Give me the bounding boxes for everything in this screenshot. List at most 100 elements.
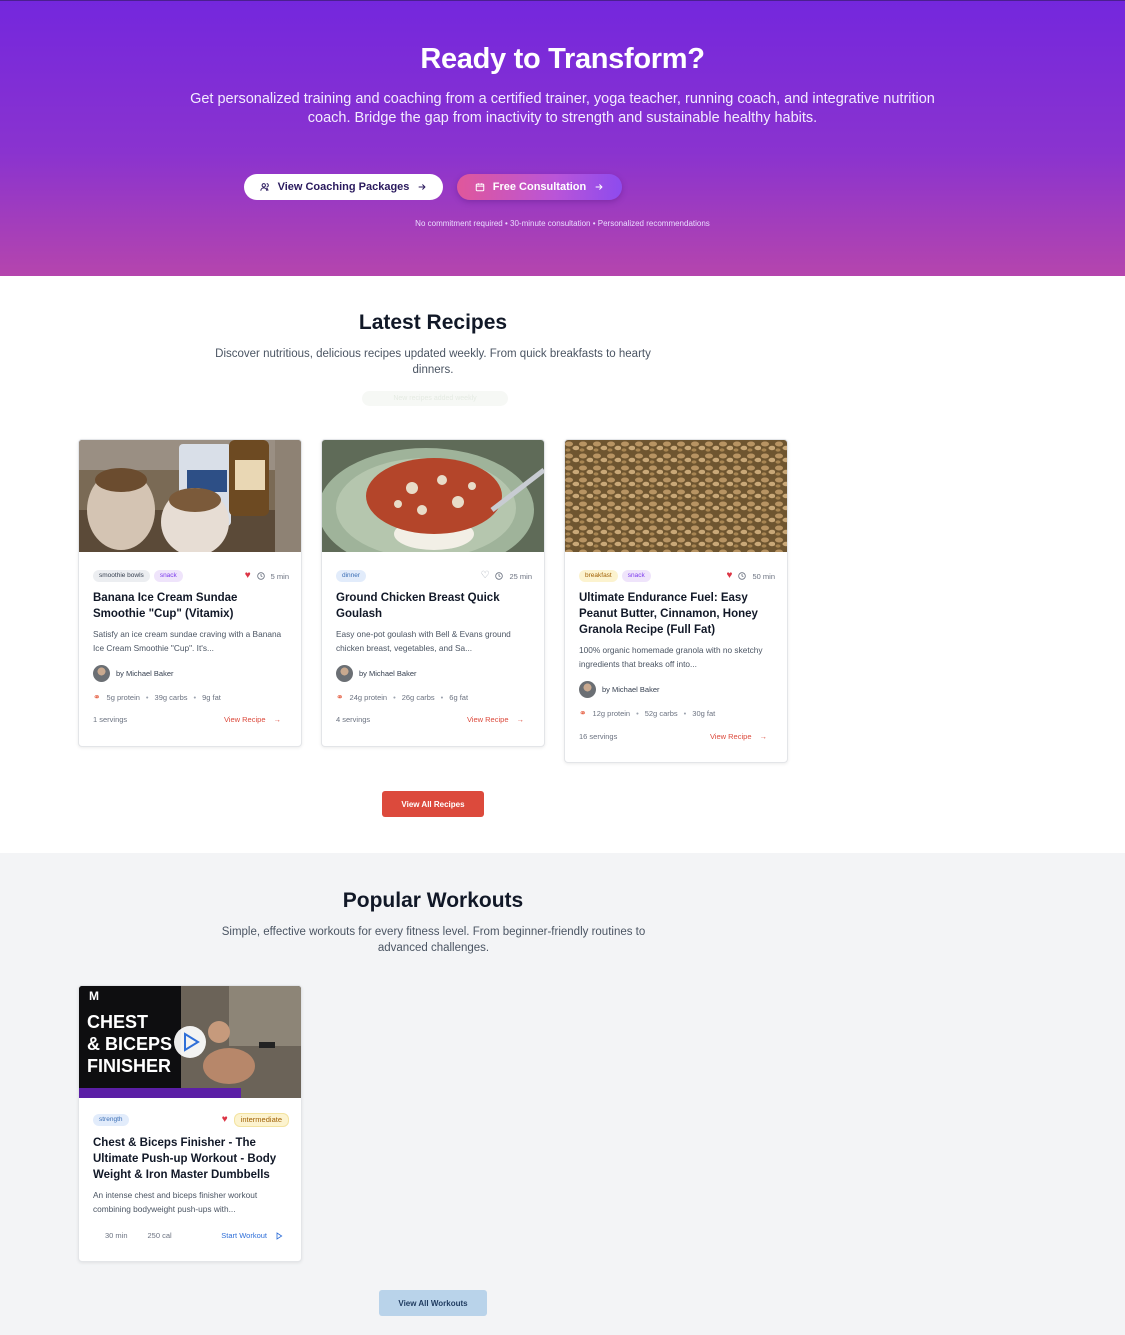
- arrow-right-icon: →: [273, 715, 282, 724]
- recipe-protein: 5g protein: [106, 693, 140, 702]
- start-workout-label: Start Workout: [221, 1231, 267, 1240]
- clock-icon: [495, 572, 504, 580]
- recipe-image[interactable]: [322, 440, 544, 552]
- separator-dot: •: [636, 709, 639, 718]
- recipe-author-name: by Michael Baker: [602, 685, 660, 694]
- workout-title[interactable]: Chest & Biceps Finisher - The Ultimate P…: [93, 1135, 291, 1183]
- recipe-author: by Michael Baker: [336, 665, 417, 682]
- separator-dot: •: [145, 693, 149, 702]
- arrow-right-icon: [417, 182, 427, 192]
- view-all-recipes-button[interactable]: View All Recipes: [382, 791, 484, 817]
- workout-calories: 250 cal: [147, 1231, 172, 1240]
- recipe-author-name: by Michael Baker: [359, 669, 417, 678]
- recipe-meta-row: smoothie bowls snack ♥ 5 min: [93, 570, 289, 582]
- recipe-macros: ⚭ 5g protein • 39g carbs • 9g fat: [93, 692, 221, 703]
- workout-card[interactable]: M CHEST & BICEPS FINISHER strength ♥ int…: [78, 985, 302, 1262]
- recipe-card[interactable]: breakfast snack ♥ 50 min Ultimate Endura…: [564, 439, 788, 763]
- view-recipe-label: View Recipe: [223, 715, 266, 724]
- recipe-footer: 1 servings View Recipe →: [93, 715, 281, 724]
- recipe-meta-row: breakfast snack ♥ 50 min: [579, 570, 775, 582]
- heart-icon[interactable]: ♥: [245, 571, 251, 581]
- hero-section: Ready to Transform? Get personalized tra…: [0, 0, 1125, 276]
- free-consultation-button[interactable]: Free Consultation: [457, 174, 622, 200]
- separator-dot: •: [440, 693, 444, 702]
- view-coaching-packages-label: View Coaching Packages: [277, 181, 410, 193]
- workout-meta-row: strength ♥ intermediate: [93, 1113, 289, 1127]
- users-icon: [259, 182, 270, 192]
- new-recipes-badge: New recipes added weekly: [362, 391, 508, 406]
- recipe-image[interactable]: [79, 440, 301, 552]
- arrow-right-icon: [594, 182, 604, 192]
- start-workout-link[interactable]: Start Workout: [221, 1231, 283, 1240]
- recipe-fat: 6g fat: [449, 693, 469, 702]
- workout-thumbnail[interactable]: M CHEST & BICEPS FINISHER: [79, 986, 301, 1098]
- recipe-carbs: 39g carbs: [154, 693, 188, 702]
- heart-icon[interactable]: ♥: [222, 1115, 228, 1125]
- recipe-tag[interactable]: smoothie bowls: [93, 570, 150, 582]
- recipe-servings: 4 servings: [336, 715, 371, 724]
- heart-outline-icon[interactable]: ♡: [481, 571, 490, 581]
- workout-duration: 30 min: [105, 1231, 128, 1240]
- view-all-workouts-button[interactable]: View All Workouts: [379, 1290, 487, 1316]
- recipe-tag[interactable]: snack: [153, 570, 183, 582]
- avatar: [336, 665, 353, 682]
- recipe-tag[interactable]: dinner: [336, 570, 367, 582]
- recipe-servings: 16 servings: [579, 732, 618, 741]
- workout-stats: 30 min 250 cal Start Workout: [93, 1231, 283, 1240]
- macro-icon: ⚭: [93, 692, 101, 702]
- recipes-section-subtitle: Discover nutritious, delicious recipes u…: [215, 348, 651, 376]
- recipe-servings: 1 servings: [93, 715, 128, 724]
- play-icon[interactable]: [174, 1026, 206, 1058]
- recipe-description: Easy one-pot goulash with Bell & Evans g…: [336, 629, 511, 653]
- workouts-section-title: Popular Workouts: [342, 889, 524, 912]
- view-recipe-label: View Recipe: [709, 732, 752, 741]
- view-recipe-link[interactable]: View Recipe →: [467, 715, 524, 724]
- recipe-description: 100% organic homemade granola with no sk…: [579, 645, 763, 669]
- recipe-image[interactable]: [565, 440, 787, 552]
- recipe-card[interactable]: dinner ♡ 25 min Ground Chicken Breast Qu…: [321, 439, 545, 747]
- view-recipe-link[interactable]: View Recipe →: [224, 715, 281, 724]
- clock-icon: [738, 572, 747, 580]
- recipes-section-title: Latest Recipes: [358, 311, 508, 334]
- workouts-section-subtitle: Simple, effective workouts for every fit…: [221, 926, 646, 954]
- recipe-protein: 12g protein: [592, 709, 631, 718]
- workout-tag[interactable]: strength: [93, 1114, 129, 1126]
- workout-thumb-line: CHEST: [87, 1012, 148, 1032]
- hero-fine-print: No commitment required • 30-minute consu…: [415, 219, 710, 228]
- view-recipe-label: View Recipe: [466, 715, 509, 724]
- recipe-author: by Michael Baker: [579, 681, 660, 698]
- recipe-meta-row: dinner ♡ 25 min: [336, 570, 532, 582]
- recipe-time: 25 min: [509, 571, 532, 581]
- macro-icon: ⚭: [579, 708, 587, 718]
- workout-thumb-line: FINISHER: [87, 1056, 171, 1076]
- macro-icon: ⚭: [336, 692, 344, 702]
- avatar: [579, 681, 596, 698]
- view-recipe-link[interactable]: View Recipe →: [710, 732, 767, 741]
- heart-icon[interactable]: ♥: [727, 571, 733, 581]
- clock-icon: [256, 572, 265, 580]
- calendar-icon: [475, 182, 485, 192]
- arrow-right-icon: →: [516, 715, 525, 724]
- hero-title: Ready to Transform?: [420, 43, 705, 75]
- workout-thumb-line: & BICEPS: [87, 1034, 172, 1054]
- recipe-macros: ⚭ 24g protein • 26g carbs • 6g fat: [336, 692, 468, 703]
- recipe-card[interactable]: smoothie bowls snack ♥ 5 min Banana Ice …: [78, 439, 302, 747]
- separator-dot: •: [683, 709, 687, 718]
- recipe-tag[interactable]: snack: [621, 570, 651, 582]
- workout-level-tag[interactable]: intermediate: [233, 1113, 289, 1127]
- recipe-fat: 9g fat: [202, 693, 221, 702]
- hero-lead: Get personalized training and coaching f…: [190, 91, 935, 126]
- separator-dot: •: [393, 693, 396, 702]
- view-coaching-packages-button[interactable]: View Coaching Packages: [244, 174, 443, 200]
- recipe-macros: ⚭ 12g protein • 52g carbs • 30g fat: [579, 708, 715, 719]
- recipe-carbs: 52g carbs: [644, 709, 678, 718]
- recipe-title[interactable]: Ultimate Endurance Fuel: Easy Peanut But…: [579, 590, 777, 638]
- recipe-carbs: 26g carbs: [401, 693, 435, 702]
- recipe-title[interactable]: Banana Ice Cream Sundae Smoothie "Cup" (…: [93, 590, 291, 622]
- recipe-footer: 16 servings View Recipe →: [579, 732, 767, 741]
- recipe-protein: 24g protein: [349, 693, 388, 702]
- play-icon: [275, 1231, 283, 1240]
- recipe-title[interactable]: Ground Chicken Breast Quick Goulash: [336, 590, 534, 622]
- recipe-time: 50 min: [752, 571, 775, 581]
- recipe-tag[interactable]: breakfast: [579, 570, 618, 582]
